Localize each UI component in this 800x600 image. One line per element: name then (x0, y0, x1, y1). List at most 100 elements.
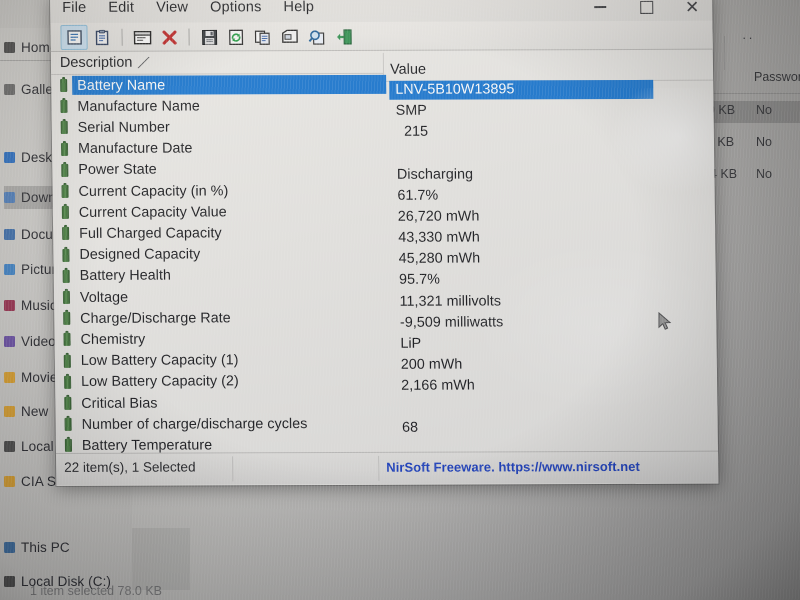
status-separator-1 (232, 456, 234, 482)
row-description: Manufacture Name (77, 98, 200, 115)
battery-icon (62, 227, 70, 241)
properties-glyph (66, 30, 82, 45)
row-description: Current Capacity (in %) (78, 182, 229, 200)
table-row[interactable]: Low Battery Capacity (1) 200 mWh (55, 348, 717, 373)
toolbar[interactable] (50, 20, 719, 52)
folder-icon (4, 84, 15, 95)
table-row[interactable]: Current Capacity Value 26,720 mWh (53, 200, 715, 225)
table-row[interactable]: Serial Number 215 (52, 115, 714, 140)
sidebar-item-label: Music (21, 298, 57, 313)
folder-icon (4, 229, 15, 240)
table-row[interactable]: Battery Name LNV-5B10W13895 (51, 73, 713, 100)
table-row[interactable]: Manufacture Date (52, 136, 714, 159)
table-row[interactable]: Power State Discharging (52, 157, 714, 182)
row-description: Battery Name (72, 74, 387, 95)
row-description: Number of charge/discharge cycles (81, 415, 308, 433)
row-description: Low Battery Capacity (1) (80, 352, 239, 369)
copy-pages-glyph (254, 30, 270, 45)
delete-icon[interactable] (156, 26, 181, 49)
table-row[interactable]: Number of charge/discharge cycles 68 (56, 412, 718, 436)
column-header-description-label: Description (59, 54, 133, 71)
maximize-icon (639, 0, 653, 14)
table-row[interactable]: Designed Capacity 45,280 mWh (53, 242, 715, 267)
row-description: Low Battery Capacity (2) (80, 373, 239, 391)
options-icon[interactable] (277, 25, 302, 48)
explorer-cell-password-0: No (756, 103, 772, 117)
red-x-glyph (162, 30, 177, 45)
battery-icon (62, 248, 70, 262)
close-button[interactable]: ✕ (670, 0, 714, 22)
battery-icon (64, 418, 72, 432)
exit-door-glyph (336, 28, 352, 45)
minimize-icon (594, 6, 607, 8)
explorer-column-header-password[interactable]: Password (754, 70, 800, 84)
html-report-icon[interactable] (129, 26, 154, 49)
folder-icon (4, 406, 15, 417)
row-description: Critical Bias (81, 395, 158, 412)
table-row[interactable]: Manufacture Name SMP (51, 94, 713, 119)
close-icon: ✕ (684, 0, 700, 17)
table-row[interactable]: Full Charged Capacity 43,330 mWh (53, 221, 715, 246)
explorer-statusbar-panel (132, 528, 190, 590)
menu-view[interactable]: View (145, 0, 199, 16)
battery-icon (60, 78, 68, 92)
status-separator-2 (378, 455, 380, 481)
folder-icon (4, 372, 15, 383)
table-row[interactable]: Chemistry LiP (54, 327, 716, 352)
batteryinfoview-window[interactable]: ✕ File Edit View Options Help Descriptio… (50, 0, 719, 486)
table-row[interactable]: Critical Bias (55, 391, 717, 414)
minimize-button[interactable] (578, 0, 622, 22)
battery-icon (61, 163, 69, 177)
table-row[interactable]: Charge/Discharge Rate -9,509 milliwatts (54, 306, 716, 330)
maximize-button[interactable] (624, 0, 668, 22)
save-icon[interactable] (196, 25, 221, 48)
battery-icon (64, 396, 72, 410)
row-description: Full Charged Capacity (79, 225, 222, 242)
table-row[interactable]: Battery Health 95.7% (54, 263, 716, 288)
table-row[interactable]: Current Capacity (in %) 61.7% (52, 179, 714, 204)
photographed-screen: HomeGalleryDesktopDownloadsDocumentsPict… (0, 0, 800, 600)
refresh-icon[interactable] (223, 25, 248, 48)
explorer-cell-password-1: No (756, 135, 772, 149)
column-header-description[interactable]: Description ╱ (55, 51, 385, 74)
explorer-status-text: 1 item selected 78.0 KB (30, 584, 163, 598)
row-description: Current Capacity Value (78, 204, 227, 221)
menu-bar[interactable]: File Edit View Options Help (50, 0, 325, 22)
battery-icon (60, 142, 69, 156)
battery-icon (61, 184, 69, 198)
nirsoft-link[interactable]: NirSoft Freeware. https://www.nirsoft.ne… (386, 459, 640, 475)
folder-icon (4, 42, 15, 53)
row-description: Serial Number (77, 119, 170, 136)
menu-file[interactable]: File (50, 0, 97, 16)
refresh-glyph (229, 29, 244, 45)
status-item-count: 22 item(s), 1 Selected (64, 459, 196, 475)
floppy-glyph (201, 29, 217, 45)
folder-icon (4, 264, 15, 275)
battery-icon (64, 439, 73, 453)
exit-icon[interactable] (331, 25, 356, 48)
battery-icon (60, 100, 68, 114)
table-row[interactable]: Voltage 11,321 millivolts (54, 285, 716, 309)
row-description: Voltage (79, 289, 129, 306)
battery-properties-list[interactable]: Battery Name LNV-5B10W13895 Manufacture Na… (51, 73, 718, 454)
copy-clipboard-icon[interactable] (89, 26, 114, 49)
menu-options[interactable]: Options (199, 0, 273, 15)
properties-icon[interactable] (60, 24, 88, 50)
sidebar-item-label: This PC (21, 540, 70, 555)
folder-icon (4, 336, 15, 347)
row-description: Charge/Discharge Rate (80, 310, 231, 327)
row-description: Chemistry (80, 331, 146, 348)
sort-indicator-icon: ╱ (137, 54, 149, 71)
menu-help[interactable]: Help (272, 0, 325, 15)
table-row[interactable]: Low Battery Capacity (2) 2,166 mWh (55, 369, 717, 394)
sidebar-item-label: New (21, 404, 49, 419)
status-bar: 22 item(s), 1 Selected NirSoft Freeware.… (56, 450, 719, 485)
menu-edit[interactable]: Edit (97, 0, 145, 16)
battery-icon (63, 312, 71, 326)
copy-icon[interactable] (250, 25, 275, 48)
folder-icon (4, 192, 15, 203)
folder-icon (4, 152, 15, 163)
battery-icon (63, 333, 71, 347)
find-icon[interactable] (304, 25, 329, 48)
magnifier-glyph (308, 29, 325, 45)
